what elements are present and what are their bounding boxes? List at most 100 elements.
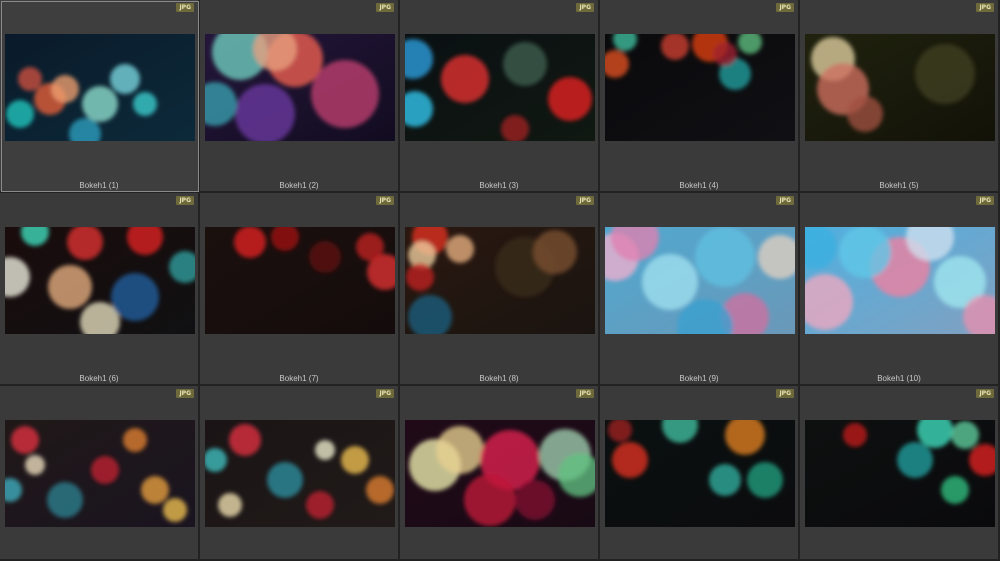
bokeh-light — [695, 227, 755, 287]
bokeh-photo — [5, 420, 195, 527]
bokeh-light — [709, 464, 741, 496]
thumbnail-caption: Bokeh1 (4) — [679, 181, 719, 190]
bokeh-light — [82, 86, 118, 122]
bokeh-light — [267, 462, 303, 498]
thumbnail-caption: Bokeh1 (2) — [279, 181, 319, 190]
bokeh-light — [110, 64, 140, 94]
thumbnail-image — [405, 34, 595, 141]
bokeh-light — [25, 455, 45, 475]
file-type-badge: JPG — [176, 3, 194, 12]
thumbnail-tile[interactable]: JPG Bokeh1 (8) — [400, 193, 600, 386]
bokeh-light — [847, 96, 883, 132]
bokeh-light — [951, 421, 979, 449]
bokeh-light — [229, 424, 261, 456]
bokeh-light — [163, 498, 187, 522]
bokeh-light — [315, 440, 335, 460]
bokeh-light — [356, 233, 384, 261]
file-type-badge: JPG — [576, 196, 594, 205]
bokeh-light — [48, 265, 92, 309]
thumbnail-caption: Bokeh1 (3) — [479, 181, 519, 190]
file-type-badge: JPG — [576, 3, 594, 12]
bokeh-light — [306, 491, 334, 519]
thumbnail-image — [205, 34, 395, 141]
bokeh-photo — [5, 227, 195, 334]
bokeh-light — [612, 442, 648, 478]
thumbnail-caption: Bokeh1 (9) — [679, 374, 719, 383]
bokeh-light — [515, 480, 555, 520]
thumbnail-tile[interactable]: JPG — [200, 386, 400, 561]
file-type-badge: JPG — [576, 389, 594, 398]
bokeh-light — [309, 241, 341, 273]
bokeh-light — [747, 462, 783, 498]
thumbnail-image — [805, 34, 995, 141]
thumbnail-image — [805, 420, 995, 527]
thumbnail-caption: Bokeh1 (7) — [279, 374, 319, 383]
bokeh-light — [941, 476, 969, 504]
bokeh-photo — [405, 420, 595, 527]
thumbnail-image — [405, 227, 595, 334]
bokeh-photo — [205, 34, 395, 141]
thumbnail-tile[interactable]: JPG — [600, 386, 800, 561]
thumbnail-tile[interactable]: JPG Bokeh1 (2) — [200, 0, 400, 193]
bokeh-light — [51, 75, 79, 103]
bokeh-light — [341, 446, 369, 474]
bokeh-light — [915, 44, 975, 104]
bokeh-light — [234, 227, 266, 258]
bokeh-photo — [605, 34, 795, 141]
thumbnail-tile[interactable]: JPG — [400, 386, 600, 561]
bokeh-photo — [205, 420, 395, 527]
file-type-badge: JPG — [376, 389, 394, 398]
thumbnail-image — [605, 227, 795, 334]
bokeh-light — [18, 67, 42, 91]
thumbnail-tile[interactable]: JPG Bokeh1 (5) — [800, 0, 1000, 193]
bokeh-photo — [605, 420, 795, 527]
file-type-badge: JPG — [976, 196, 994, 205]
bokeh-light — [533, 230, 577, 274]
bokeh-light — [311, 60, 379, 128]
thumbnail-tile[interactable]: JPG Bokeh1 (6) — [0, 193, 200, 386]
bokeh-light — [91, 456, 119, 484]
bokeh-light — [446, 235, 474, 263]
file-type-badge: JPG — [176, 196, 194, 205]
bokeh-light — [436, 426, 484, 474]
bokeh-light — [548, 77, 592, 121]
file-type-badge: JPG — [776, 389, 794, 398]
thumbnail-image — [5, 420, 195, 527]
thumbnail-tile[interactable]: JPG Bokeh1 (4) — [600, 0, 800, 193]
thumbnail-image — [605, 420, 795, 527]
bokeh-light — [111, 273, 159, 321]
thumbnail-image — [205, 227, 395, 334]
bokeh-light — [897, 442, 933, 478]
thumbnail-tile[interactable]: JPG Bokeh1 (1) — [0, 0, 200, 193]
bokeh-light — [123, 428, 147, 452]
file-type-badge: JPG — [976, 3, 994, 12]
thumbnail-tile[interactable]: JPG — [0, 386, 200, 561]
thumbnail-image — [5, 227, 195, 334]
thumbnail-tile[interactable]: JPG Bokeh1 (3) — [400, 0, 600, 193]
thumbnail-image — [205, 420, 395, 527]
bokeh-photo — [405, 34, 595, 141]
bokeh-photo — [805, 227, 995, 334]
bokeh-photo — [5, 34, 195, 141]
thumbnail-caption: Bokeh1 (8) — [479, 374, 519, 383]
bokeh-photo — [405, 227, 595, 334]
bokeh-light — [642, 254, 698, 310]
bokeh-light — [6, 100, 34, 128]
thumbnail-tile[interactable]: JPG Bokeh1 (7) — [200, 193, 400, 386]
bokeh-photo — [605, 227, 795, 334]
thumbnail-image — [605, 34, 795, 141]
thumbnail-tile[interactable]: JPG Bokeh1 (9) — [600, 193, 800, 386]
thumbnail-image — [405, 420, 595, 527]
thumbnail-grid: JPG Bokeh1 (1) JPG Bokeh1 (2) JPG Bokeh1… — [0, 0, 1000, 561]
bokeh-photo — [805, 420, 995, 527]
file-type-badge: JPG — [176, 389, 194, 398]
bokeh-light — [133, 92, 157, 116]
bokeh-light — [843, 423, 867, 447]
thumbnail-tile[interactable]: JPG Bokeh1 (10) — [800, 193, 1000, 386]
thumbnail-caption: Bokeh1 (5) — [879, 181, 919, 190]
file-type-badge: JPG — [776, 196, 794, 205]
bokeh-photo — [205, 227, 395, 334]
bokeh-light — [839, 227, 891, 278]
bokeh-light — [11, 426, 39, 454]
thumbnail-tile[interactable]: JPG — [800, 386, 1000, 561]
